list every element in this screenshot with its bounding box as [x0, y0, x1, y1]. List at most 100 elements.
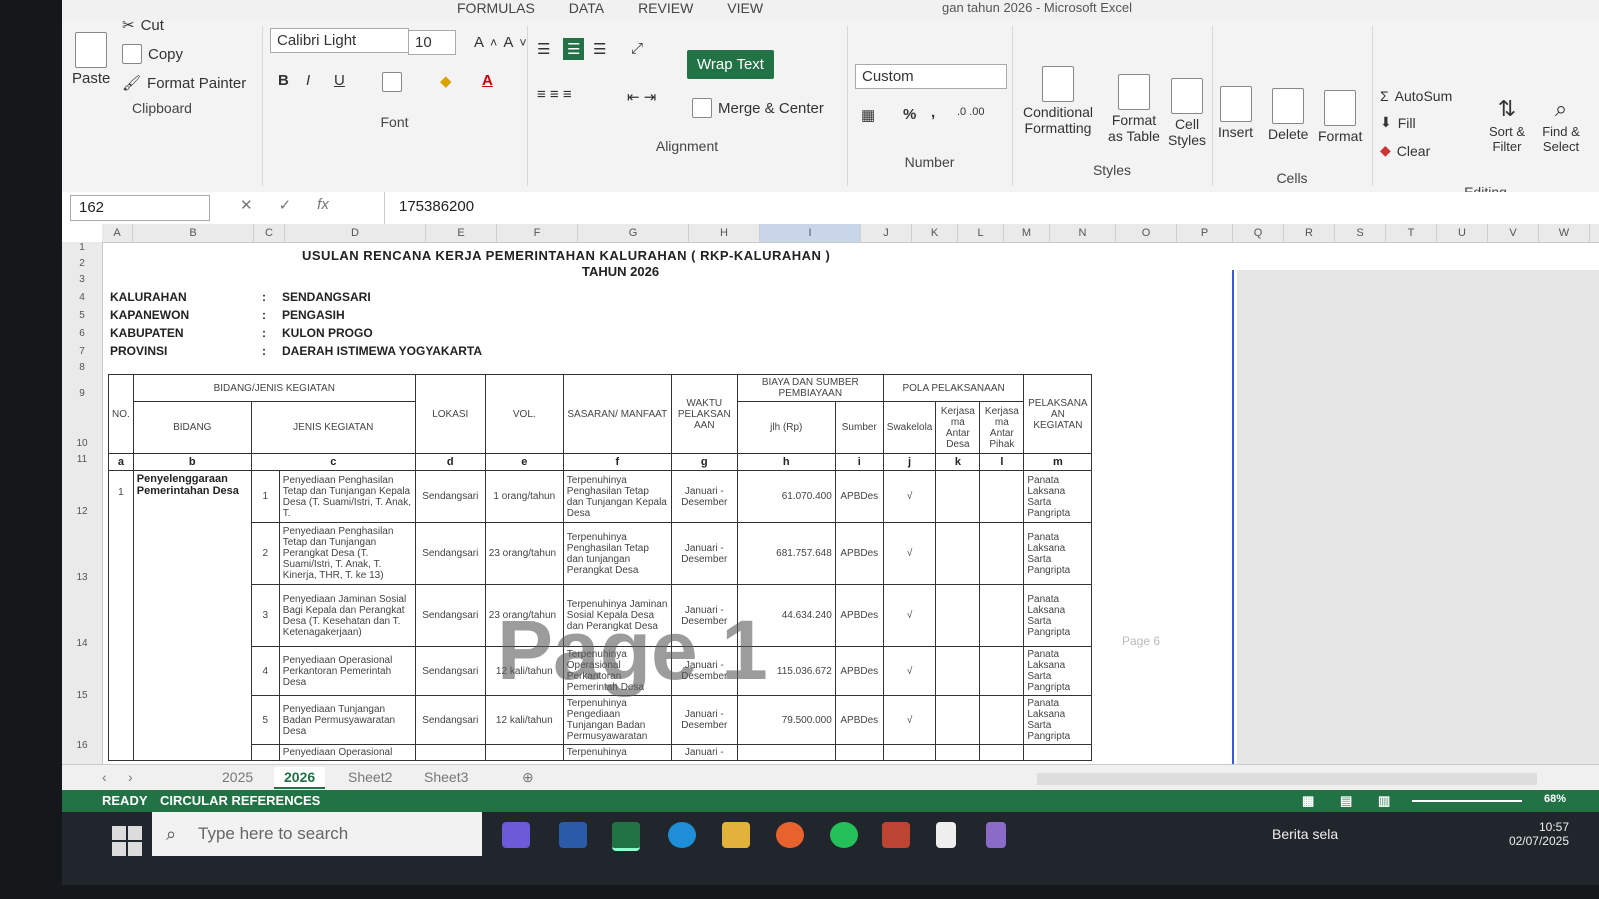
check-icon[interactable]: ✓ — [279, 196, 292, 214]
row-no-cell[interactable]: 2 — [250, 522, 280, 585]
col-header[interactable]: S — [1335, 224, 1386, 242]
row-header[interactable]: 14 — [62, 638, 102, 649]
lokasi-cell[interactable]: Sendangsari — [414, 695, 486, 745]
paste-button[interactable]: Paste — [72, 32, 110, 87]
underline-button[interactable]: U — [334, 72, 345, 89]
row-header[interactable]: 6 — [62, 328, 102, 339]
waktu-cell[interactable]: Januari - Desember — [670, 695, 738, 745]
number-format-select[interactable]: Custom — [855, 64, 1007, 89]
letter-cell[interactable]: b — [132, 453, 252, 471]
jenis-cell[interactable]: Penyediaan Operasional Perkantoran Pemer… — [278, 646, 416, 696]
letter-cell[interactable]: j — [882, 453, 937, 471]
letter-cell[interactable]: g — [670, 453, 738, 471]
kerjasama-desa-cell[interactable] — [935, 695, 981, 745]
swakelola-cell[interactable]: √ — [882, 584, 937, 647]
col-header[interactable]: E — [426, 224, 497, 242]
news-widget[interactable]: Berita sela — [1272, 826, 1338, 842]
letter-cell[interactable]: c — [250, 453, 416, 471]
find-select-button[interactable]: ⌕ Find & Select — [1536, 96, 1586, 154]
sasaran-cell[interactable]: Terpenuhinya — [562, 744, 672, 761]
col-header[interactable]: C — [254, 224, 285, 242]
file-explorer-icon[interactable] — [722, 822, 750, 848]
vol-cell[interactable]: 23 orang/tahun — [484, 584, 564, 647]
edge-icon[interactable] — [668, 822, 696, 848]
header-lokasi[interactable]: LOKASI — [414, 374, 486, 454]
row-no-cell[interactable] — [250, 744, 280, 761]
swakelola-cell[interactable]: √ — [882, 470, 937, 523]
zoom-slider[interactable] — [1412, 800, 1522, 802]
jlh-cell[interactable]: 79.500.000 — [736, 695, 836, 745]
pelaksana-cell[interactable]: Panata Laksana Sarta Pangripta — [1023, 695, 1093, 745]
jenis-cell[interactable]: Penyediaan Tunjangan Badan Permusyawarat… — [278, 695, 416, 745]
header-jlh[interactable]: jlh (Rp) — [736, 401, 836, 454]
currency-icon[interactable]: ▦ — [861, 106, 875, 124]
sheet-tab-2025[interactable]: 2025 — [212, 767, 263, 787]
row-header[interactable]: 8 — [62, 362, 102, 373]
jlh-cell[interactable]: 115.036.672 — [736, 646, 836, 696]
sasaran-cell[interactable]: Terpenuhinya Pengediaan Tunjangan Badan … — [562, 695, 672, 745]
sasaran-cell[interactable]: Terpenuhinya Penghasilan Tetap dan Tunja… — [562, 470, 672, 523]
bold-button[interactable]: B — [278, 72, 289, 89]
waktu-cell[interactable]: Januari - Desember — [670, 584, 738, 647]
col-header[interactable]: F — [497, 224, 578, 242]
jenis-cell[interactable]: Penyediaan Penghasilan Tetap dan Tunjang… — [278, 470, 416, 523]
app-icon[interactable] — [986, 822, 1006, 848]
sasaran-cell[interactable]: Terpenuhinya Operasional Perkantoran Pem… — [562, 646, 672, 696]
fill-button[interactable]: ⬇ Fill — [1380, 114, 1416, 131]
sumber-cell[interactable]: APBDes — [834, 584, 884, 647]
vol-cell[interactable]: 23 orang/tahun — [484, 522, 564, 585]
col-header[interactable]: I — [760, 224, 861, 242]
col-header[interactable]: G — [578, 224, 689, 242]
comma-button[interactable]: , — [931, 104, 935, 121]
row-header[interactable]: 15 — [62, 690, 102, 701]
letter-cell[interactable]: l — [979, 453, 1025, 471]
wrap-text-button[interactable]: Wrap Text — [687, 50, 774, 79]
vol-cell[interactable]: 12 kali/tahun — [484, 646, 564, 696]
letter-cell[interactable]: h — [736, 453, 836, 471]
col-header[interactable]: B — [133, 224, 254, 242]
formula-input[interactable]: 175386200 — [384, 192, 1599, 224]
decimal-icon[interactable]: .0 .00 — [957, 106, 985, 118]
jenis-cell[interactable]: Penyediaan Penghasilan Tetap dan Tunjang… — [278, 522, 416, 585]
align-middle-icon[interactable]: ☰ — [563, 38, 585, 60]
status-circular[interactable]: CIRCULAR REFERENCES — [160, 793, 320, 808]
group-bidang-cell[interactable]: Penyelenggaraan Pemerintahan Desa — [132, 470, 252, 761]
sheet-tab-sheet2[interactable]: Sheet2 — [338, 767, 402, 787]
pelaksana-cell[interactable] — [1023, 744, 1093, 761]
header-kerjasama-desa[interactable]: Kerjasa ma Antar Desa — [935, 401, 981, 454]
jenis-cell[interactable]: Penyediaan Jaminan Sosial Bagi Kepala da… — [278, 584, 416, 647]
row-header[interactable]: 1 — [62, 242, 102, 253]
format-painter-button[interactable]: 🖌 Format Painter — [122, 74, 246, 93]
row-header[interactable]: 4 — [62, 292, 102, 303]
swakelola-cell[interactable]: √ — [882, 522, 937, 585]
kerjasama-desa-cell[interactable] — [935, 470, 981, 523]
name-box[interactable]: 162 — [70, 195, 210, 221]
lokasi-cell[interactable]: Sendangsari — [414, 584, 486, 647]
sort-filter-button[interactable]: ⇅ Sort & Filter — [1482, 96, 1532, 154]
header-pola[interactable]: POLA PELAKSANAAN — [882, 374, 1025, 402]
jlh-cell[interactable]: 681.757.648 — [736, 522, 836, 585]
col-header[interactable]: W — [1539, 224, 1590, 242]
word-icon[interactable] — [559, 822, 587, 848]
swakelola-cell[interactable]: √ — [882, 646, 937, 696]
borders-icon[interactable] — [382, 72, 402, 92]
header-swakelola[interactable]: Swakelola — [882, 401, 937, 454]
tab-view[interactable]: VIEW — [727, 0, 763, 16]
pelaksana-cell[interactable]: Panata Laksana Sarta Pangripta — [1023, 584, 1093, 647]
swakelola-cell[interactable] — [882, 744, 937, 761]
waktu-cell[interactable]: Januari - Desember — [670, 522, 738, 585]
row-header[interactable]: 7 — [62, 346, 102, 357]
fx-icon[interactable]: fx — [317, 196, 329, 214]
indent-icon[interactable]: ⇤ ⇥ — [627, 88, 656, 106]
row-no-cell[interactable]: 5 — [250, 695, 280, 745]
header-jenis[interactable]: JENIS KEGIATAN — [250, 401, 416, 454]
percent-button[interactable]: % — [903, 106, 916, 123]
letter-cell[interactable]: a — [108, 453, 134, 471]
jlh-cell[interactable]: 61.070.400 — [736, 470, 836, 523]
col-header[interactable]: D — [285, 224, 426, 242]
col-header[interactable]: K — [912, 224, 958, 242]
pelaksana-cell[interactable]: Panata Laksana Sarta Pangripta — [1023, 470, 1093, 523]
tab-scroll-right-icon[interactable]: › — [118, 767, 143, 787]
row-header[interactable]: 3 — [62, 274, 102, 285]
italic-button[interactable]: I — [306, 72, 310, 89]
